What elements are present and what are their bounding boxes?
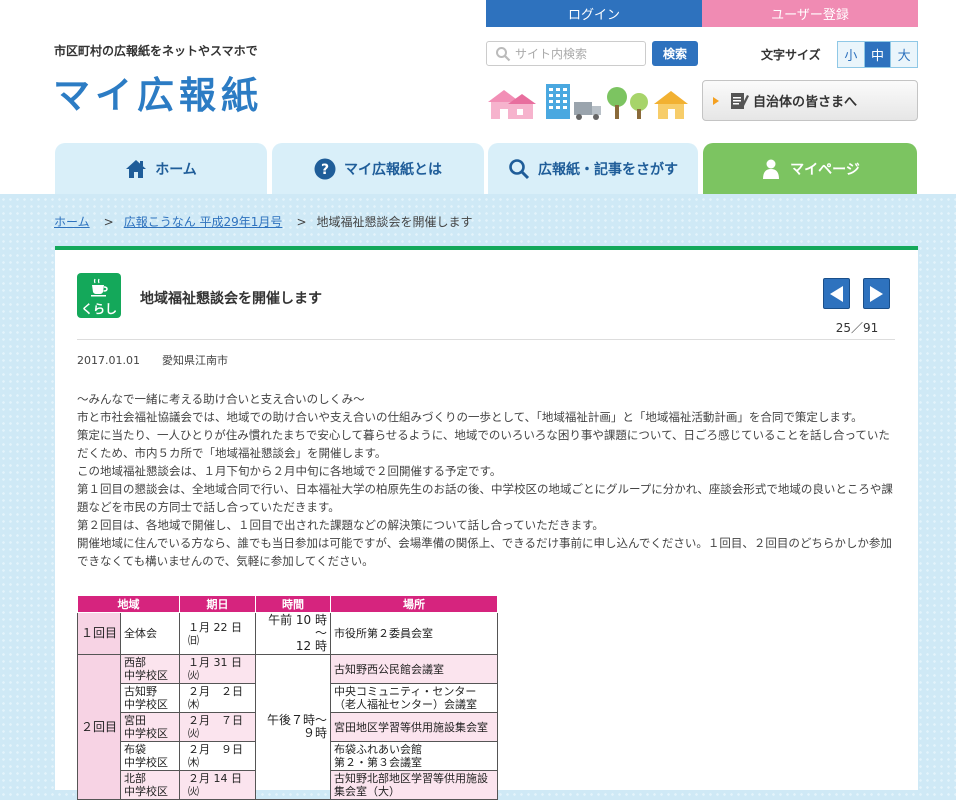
article-page-count: 25／91 [835, 321, 879, 335]
tab-about[interactable]: ? マイ広報紙とは [272, 143, 484, 194]
article-paragraph: 第２回目は、各地域で開催し、１回目で出された課題などの解決策について話し合ってい… [77, 518, 604, 532]
tab-mypage[interactable]: マイページ [703, 143, 917, 194]
area-cell: 古知野 中学校区 [120, 683, 181, 713]
article-paragraph: 市と市社会福祉協議会では、地域での助け合いや支え合いの仕組みづくりの一歩として、… [77, 410, 863, 424]
place-cell: 布袋ふれあい会館 第２・第３会議室 [330, 741, 499, 771]
arrow-left-icon [830, 285, 843, 302]
search-icon [508, 158, 530, 180]
area-cell: 全体会 [120, 612, 181, 655]
category-badge: くらし [77, 273, 121, 318]
breadcrumb-separator: > [103, 215, 114, 229]
category-label: くらし [80, 302, 117, 316]
column-header-area: 地域 [76, 595, 181, 613]
town-illustration [488, 84, 688, 120]
time-cell: 午前 10 時～ 12 時 [255, 612, 332, 655]
font-size-selector: 小 中 大 [837, 41, 918, 68]
user-icon [760, 158, 782, 180]
article-paragraph: ～みんなで一緒に考える助け合いと支え合いのしくみ～ [77, 392, 365, 406]
breadcrumb-home-link[interactable]: ホーム [54, 215, 90, 229]
article-city: 愛知県江南市 [161, 354, 228, 367]
article-meta: 2017.01.01 愛知県江南市 [77, 352, 228, 368]
table-row: １回目 全体会 １月 22 日㈰ 午前 10 時～ 12 時 市役所第２委員会室 [76, 612, 499, 655]
document-edit-icon [731, 92, 749, 109]
time-cell: 午後７時～ ９時 [255, 654, 332, 800]
column-header-place: 場所 [330, 595, 499, 613]
column-header-date: 期日 [179, 595, 257, 613]
round-cell: １回目 [76, 612, 122, 655]
search-input[interactable] [515, 44, 641, 63]
date-cell: ２月 ９日㈭ [179, 741, 257, 771]
tab-home[interactable]: ホーム [55, 143, 267, 194]
font-size-label: 文字サイズ [761, 48, 821, 62]
font-size-medium-button[interactable]: 中 [864, 42, 892, 67]
coffee-cup-icon [91, 278, 108, 297]
place-cell: 市役所第２委員会室 [330, 612, 499, 655]
place-cell: 古知野西公民館会議室 [330, 654, 499, 684]
tab-mypage-label: マイページ [790, 161, 860, 178]
question-icon: ? [314, 158, 336, 180]
tab-home-label: ホーム [155, 161, 197, 178]
login-button[interactable]: ログイン [486, 0, 702, 27]
tab-about-label: マイ広報紙とは [344, 161, 442, 178]
column-header-time: 時間 [255, 595, 332, 613]
date-cell: １月 31 日㈫ [179, 654, 257, 684]
breadcrumb-issue-link[interactable]: 広報こうなん 平成29年1月号 [124, 215, 283, 229]
article-body: ～みんなで一緒に考える助け合いと支え合いのしくみ～ 市と市社会福祉協議会では、地… [77, 390, 897, 570]
svg-text:?: ? [321, 162, 329, 178]
area-cell: 布袋 中学校区 [120, 741, 181, 771]
article-date: 2017.01.01 [77, 354, 140, 367]
tab-search[interactable]: 広報紙・記事をさがす [488, 143, 698, 194]
article-card: くらし 地域福祉懇談会を開催します 25／91 2017.01.01 愛知県江南市… [55, 246, 918, 800]
municipal-link-button[interactable]: 自治体の皆さまへ [702, 80, 918, 121]
date-cell: １月 22 日㈰ [179, 612, 257, 655]
tab-search-label: 広報紙・記事をさがす [538, 161, 678, 178]
site-tagline: 市区町村の広報紙をネットやスマホで [54, 44, 258, 58]
home-icon [125, 158, 147, 180]
date-cell: ２月 ７日㈫ [179, 712, 257, 742]
font-size-large-button[interactable]: 大 [891, 42, 918, 67]
area-cell: 宮田 中学校区 [120, 712, 181, 742]
font-size-small-button[interactable]: 小 [838, 42, 865, 67]
arrow-right-icon [870, 285, 883, 302]
divider [77, 339, 895, 340]
previous-article-button[interactable] [823, 278, 850, 309]
breadcrumb: ホーム > 広報こうなん 平成29年1月号 > 地域福祉懇談会を開催します [54, 213, 473, 230]
date-cell: ２月 ２日㈭ [179, 683, 257, 713]
area-cell: 西部 中学校区 [120, 654, 181, 684]
place-cell: 宮田地区学習等供用施設集会室 [330, 712, 499, 742]
search-icon [496, 47, 511, 62]
table-header-row: 地域 期日 時間 場所 [76, 595, 499, 613]
schedule-table: 地域 期日 時間 場所 １回目 全体会 １月 22 日㈰ 午前 10 時～ 12… [76, 595, 499, 800]
article-paragraph: 第１回目の懇談会は、全地域合同で行い、日本福祉大学の柏原先生のお話の後、中学校区… [77, 482, 893, 514]
breadcrumb-current: 地域福祉懇談会を開催します [316, 215, 473, 229]
table-row: ２回目 西部 中学校区 １月 31 日㈫ 午後７時～ ９時 古知野西公民館会議室 [76, 654, 499, 800]
article-paragraph: 開催地域に住んでいる方なら、誰でも当日参加は可能ですが、会場準備の関係上、できる… [77, 536, 892, 568]
date-cell: ２月 14 日㈫ [179, 770, 257, 800]
search-box [486, 41, 646, 66]
article-paragraph: この地域福祉懇談会は、１月下旬から２月中旬に各地域で２回開催する予定です。 [77, 464, 502, 478]
breadcrumb-separator: > [296, 215, 307, 229]
site-header: ログイン ユーザー登録 市区町村の広報紙をネットやスマホで マイ広報紙 検索 文… [0, 0, 956, 194]
round-cell: ２回目 [76, 654, 122, 800]
place-cell: 中央コミュニティ・センター （老人福祉センター）会議室 [330, 683, 499, 713]
area-cell: 北部 中学校区 [120, 770, 181, 800]
arrow-right-icon [713, 96, 719, 105]
register-button[interactable]: ユーザー登録 [702, 0, 918, 27]
article-paragraph: 策定に当たり、一人ひとりが住み慣れたまちで安心して暮らせるように、地域でのいろい… [77, 428, 890, 460]
site-logo[interactable]: マイ広報紙 [53, 74, 263, 118]
next-article-button[interactable] [863, 278, 890, 309]
municipal-link-label: 自治体の皆さまへ [753, 95, 858, 110]
place-cell: 古知野北部地区学習等供用施設 集会室（大） [330, 770, 499, 800]
article-title: 地域福祉懇談会を開催します [140, 291, 322, 307]
search-button[interactable]: 検索 [652, 41, 698, 66]
